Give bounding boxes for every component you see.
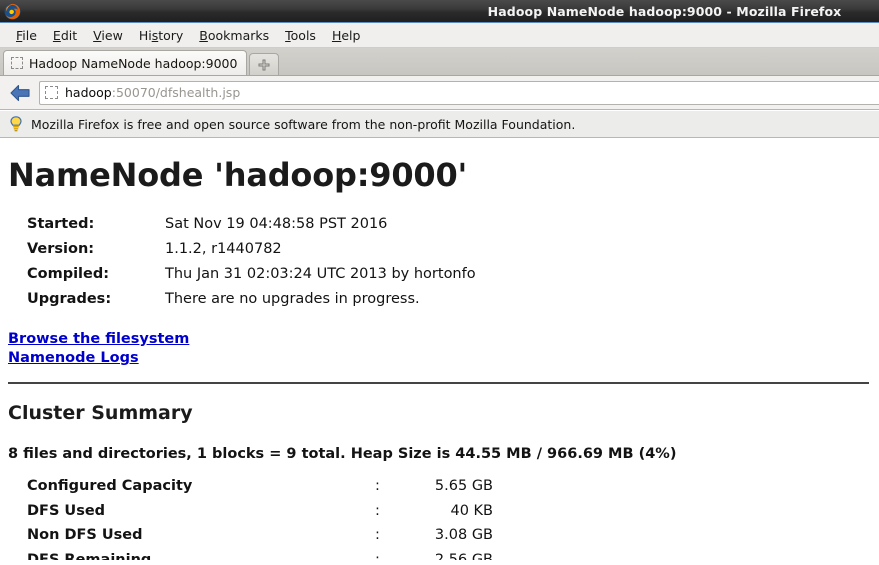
navigation-toolbar: hadoop:50070/dfshealth.jsp <box>0 76 879 110</box>
capacity-key-dfs-remaining: DFS Remaining <box>27 551 152 561</box>
info-label-compiled: Compiled: <box>27 266 110 282</box>
url-bar[interactable]: hadoop:50070/dfshealth.jsp <box>39 80 879 105</box>
window-titlebar: Hadoop NameNode hadoop:9000 - Mozilla Fi… <box>0 0 879 23</box>
table-row: Non DFS Used : 3.08 GB <box>27 523 493 548</box>
info-value-version: 1.1.2, r1440782 <box>165 241 282 257</box>
link-browse-filesystem[interactable]: Browse the filesystem <box>8 330 871 349</box>
back-arrow-icon <box>10 84 30 101</box>
capacity-value-non-dfs-used: 3.08 GB <box>434 527 493 543</box>
capacity-value-configured-capacity: 5.65 GB <box>434 478 493 494</box>
page-content: NameNode 'hadoop:9000' Started: Sat Nov … <box>0 138 879 560</box>
table-row: Configured Capacity : 5.65 GB <box>27 474 493 499</box>
new-tab-button[interactable] <box>249 53 280 75</box>
menu-item-view[interactable]: View <box>85 26 131 45</box>
info-value-upgrades: There are no upgrades in progress. <box>165 291 420 307</box>
cluster-summary-line: 8 files and directories, 1 blocks = 9 to… <box>8 446 677 462</box>
table-row: Upgrades: There are no upgrades in progr… <box>27 287 476 312</box>
plus-icon <box>258 59 270 70</box>
capacity-key-dfs-used: DFS Used <box>27 502 106 519</box>
capacity-value-dfs-used: 40 KB <box>450 502 493 519</box>
identity-favicon-placeholder-icon <box>45 86 58 99</box>
capacity-separator: : <box>375 527 380 543</box>
capacity-key-configured-capacity: Configured Capacity <box>27 478 193 494</box>
capacity-value-dfs-remaining: 2.56 GB <box>434 551 493 561</box>
info-label-upgrades: Upgrades: <box>27 291 112 307</box>
table-row: Compiled: Thu Jan 31 02:03:24 UTC 2013 b… <box>27 262 476 287</box>
back-button[interactable] <box>7 81 33 105</box>
capacity-table: Configured Capacity : 5.65 GB DFS Used :… <box>27 474 493 560</box>
tab-title: Hadoop NameNode hadoop:9000 <box>29 55 238 71</box>
table-row: DFS Remaining : 2.56 GB <box>27 548 493 561</box>
menu-item-tools[interactable]: Tools <box>277 26 324 45</box>
tab-favicon-placeholder-icon <box>11 57 23 69</box>
table-row: DFS Used : 40 KB <box>27 499 493 524</box>
page-links: Browse the filesystem Namenode Logs <box>8 330 871 368</box>
url-host-text: hadoop <box>65 85 112 100</box>
info-label-version: Version: <box>27 241 95 257</box>
section-title-cluster-summary: Cluster Summary <box>8 402 193 424</box>
namenode-info-table: Started: Sat Nov 19 04:48:58 PST 2016 Ve… <box>27 212 476 312</box>
menu-item-edit[interactable]: Edit <box>45 26 85 45</box>
link-namenode-logs[interactable]: Namenode Logs <box>8 349 871 368</box>
info-value-compiled: Thu Jan 31 02:03:24 UTC 2013 by hortonfo <box>165 266 476 282</box>
info-value-started: Sat Nov 19 04:48:58 PST 2016 <box>165 216 388 232</box>
capacity-separator: : <box>375 502 380 519</box>
url-path-text: :50070/dfshealth.jsp <box>111 85 241 100</box>
capacity-separator: : <box>375 478 380 494</box>
tab-strip: Hadoop NameNode hadoop:9000 <box>0 48 879 76</box>
menu-item-bookmarks[interactable]: Bookmarks <box>191 26 277 45</box>
info-label-started: Started: <box>27 216 95 232</box>
table-row: Started: Sat Nov 19 04:48:58 PST 2016 <box>27 212 476 237</box>
menu-item-help[interactable]: Help <box>324 26 369 45</box>
notification-bar: Mozilla Firefox is free and open source … <box>0 110 879 138</box>
menu-item-file[interactable]: File <box>8 26 45 45</box>
table-row: Version: 1.1.2, r1440782 <box>27 237 476 262</box>
window-title: Hadoop NameNode hadoop:9000 - Mozilla Fi… <box>487 3 842 19</box>
lightbulb-icon <box>10 116 22 132</box>
menu-item-history[interactable]: History <box>131 26 191 45</box>
browser-tab-active[interactable]: Hadoop NameNode hadoop:9000 <box>3 50 248 75</box>
capacity-separator: : <box>375 551 380 561</box>
notification-message: Mozilla Firefox is free and open source … <box>31 116 576 132</box>
page-title: NameNode 'hadoop:9000' <box>8 156 468 194</box>
section-divider <box>8 382 869 384</box>
menu-bar: File Edit View History Bookmarks Tools H… <box>0 23 879 48</box>
capacity-key-non-dfs-used: Non DFS Used <box>27 527 143 543</box>
